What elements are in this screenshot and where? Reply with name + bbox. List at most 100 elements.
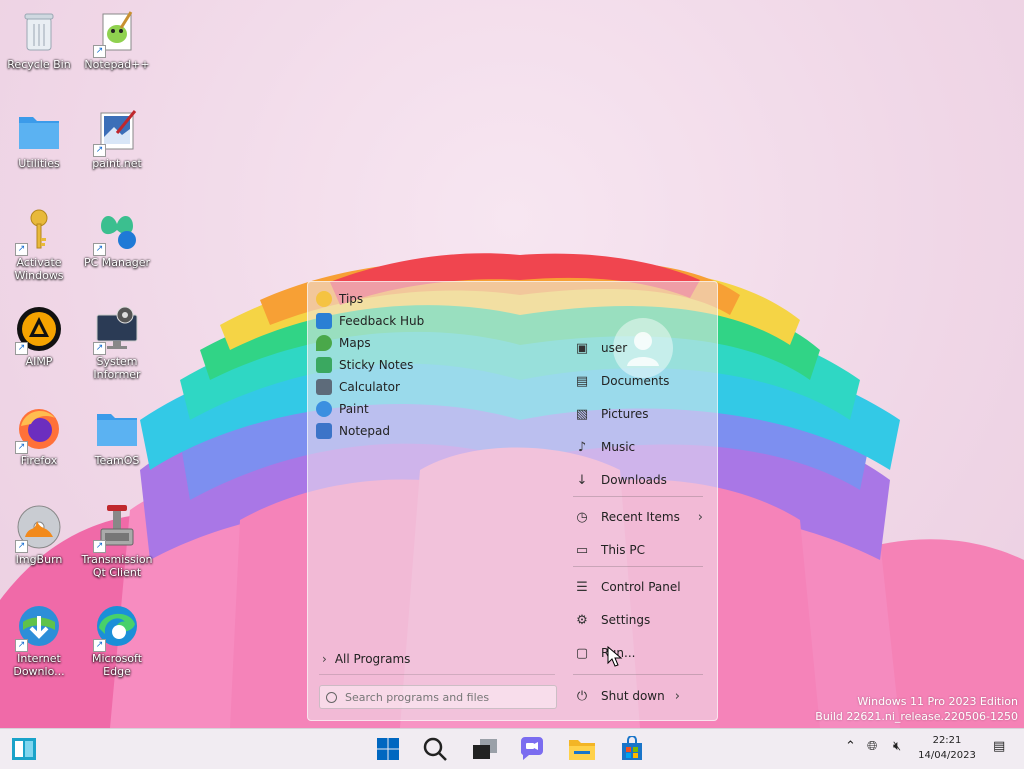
speaker-muted-icon[interactable]: 🔇︎ bbox=[893, 739, 901, 754]
place-settings[interactable]: ⚙ Settings bbox=[573, 608, 703, 632]
desktop-icon-internet-download[interactable]: ↗ Internet Downlo... bbox=[0, 602, 78, 678]
system-informer-icon: ↗ bbox=[93, 305, 141, 355]
desktop-icon-edge[interactable]: ↗ Microsoft Edge bbox=[78, 602, 156, 678]
picture-icon: ▧ bbox=[575, 406, 589, 422]
tips-icon bbox=[316, 291, 332, 307]
file-explorer-button[interactable] bbox=[568, 735, 596, 763]
control-panel-icon: ☰ bbox=[576, 579, 588, 595]
desktop-icon-label: Utilities bbox=[18, 157, 60, 170]
desktop-icon-utilities[interactable]: Utilities bbox=[0, 107, 78, 170]
recycle-bin-icon bbox=[15, 8, 63, 56]
clock-icon: ◷ bbox=[576, 509, 588, 525]
widgets-button[interactable] bbox=[10, 735, 38, 763]
desktop-icon-teamos[interactable]: TeamOS bbox=[78, 404, 156, 467]
sticky-notes-icon bbox=[316, 357, 332, 373]
program-paint[interactable]: Paint bbox=[316, 398, 369, 420]
shortcut-arrow-icon: ↗ bbox=[93, 45, 106, 58]
search-placeholder: Search programs and files bbox=[345, 690, 490, 704]
watermark-edition: Windows 11 Pro 2023 Edition bbox=[857, 695, 1018, 708]
chevron-right-icon: › bbox=[322, 652, 327, 666]
mouse-cursor-icon bbox=[607, 646, 623, 667]
desktop-icon-imgburn[interactable]: ↗ ImgBurn bbox=[0, 503, 78, 566]
run-icon: ▢ bbox=[575, 645, 589, 661]
internet-download-icon: ↗ bbox=[15, 602, 63, 652]
place-label: Recent Items bbox=[601, 510, 680, 524]
desktop-icon-system-informer[interactable]: ↗ System Informer bbox=[78, 305, 156, 381]
widgets-icon bbox=[12, 738, 36, 760]
download-icon: ↓ bbox=[576, 472, 588, 488]
notification-icon[interactable]: ▤ bbox=[993, 739, 1005, 754]
place-user[interactable]: ▣ user bbox=[573, 336, 703, 360]
program-label: Notepad bbox=[339, 424, 390, 438]
clock[interactable]: 22:21 14/04/2023 bbox=[908, 733, 986, 763]
place-label: Settings bbox=[601, 613, 651, 627]
transmission-icon: ↗ bbox=[93, 503, 141, 553]
place-this-pc[interactable]: ▭ This PC bbox=[573, 538, 703, 562]
chat-icon bbox=[520, 737, 543, 760]
key-icon: ↗ bbox=[15, 206, 63, 256]
desktop-icon-notepadpp[interactable]: ↗ Notepad++ bbox=[78, 8, 156, 71]
program-label: Feedback Hub bbox=[339, 314, 425, 328]
place-label: user bbox=[601, 341, 628, 355]
build-watermark: Windows 11 Pro 2023 Edition Build 22621.… bbox=[815, 694, 1018, 724]
program-notepad[interactable]: Notepad bbox=[316, 420, 390, 442]
shutdown-button[interactable]: ⏻ Shut down › bbox=[573, 684, 703, 708]
desktop-icon-paintnet[interactable]: ↗ paint.net bbox=[78, 107, 156, 170]
desktop-icon-label: TeamOS bbox=[94, 454, 140, 467]
place-music[interactable]: ♪ Music bbox=[573, 435, 703, 459]
desktop-icon-pc-manager[interactable]: ↗ PC Manager bbox=[78, 206, 156, 269]
language-globe-icon[interactable]: 🌐︎ bbox=[867, 739, 877, 754]
place-recent-items[interactable]: ◷ Recent Items › bbox=[573, 505, 703, 529]
place-documents[interactable]: ▤ Documents bbox=[573, 369, 703, 393]
place-label: Downloads bbox=[601, 473, 667, 487]
gear-icon: ⚙ bbox=[576, 612, 588, 628]
all-programs-label: All Programs bbox=[334, 652, 411, 666]
all-programs-button[interactable]: › All Programs bbox=[322, 648, 552, 670]
shortcut-arrow-icon: ↗ bbox=[93, 639, 106, 652]
desktop-icon-label: Recycle Bin bbox=[7, 58, 71, 71]
paint-icon bbox=[316, 401, 332, 417]
paintnet-icon: ↗ bbox=[93, 107, 141, 157]
maps-icon bbox=[316, 335, 332, 351]
place-control-panel[interactable]: ☰ Control Panel bbox=[573, 575, 703, 599]
document-icon: ▤ bbox=[575, 373, 589, 389]
start-button[interactable] bbox=[374, 735, 402, 763]
watermark-build: Build 22621.ni_release.220506-1250 bbox=[815, 710, 1018, 723]
desktop-icon-label: ImgBurn bbox=[15, 553, 63, 566]
clock-time: 22:21 bbox=[932, 735, 962, 746]
desktop-icon-recycle-bin[interactable]: Recycle Bin bbox=[0, 8, 78, 71]
place-downloads[interactable]: ↓ Downloads bbox=[573, 468, 703, 492]
desktop-icon-label: System Informer bbox=[93, 355, 141, 381]
clock-date: 14/04/2023 bbox=[918, 750, 976, 761]
windows-logo-icon bbox=[377, 738, 399, 760]
store-button[interactable] bbox=[618, 735, 646, 763]
task-view-button[interactable] bbox=[471, 735, 499, 763]
desktop-icon-firefox[interactable]: ↗ Firefox bbox=[0, 404, 78, 467]
place-label: Music bbox=[601, 440, 636, 454]
place-pictures[interactable]: ▧ Pictures bbox=[573, 402, 703, 426]
desktop-icon-transmission[interactable]: ↗ Transmission Qt Client bbox=[78, 503, 156, 579]
desktop-icon-label: Activate Windows bbox=[14, 256, 64, 282]
chevron-up-icon[interactable]: ⌃ bbox=[845, 739, 856, 754]
desktop-icon-label: Microsoft Edge bbox=[91, 652, 143, 678]
aimp-icon: ↗ bbox=[15, 305, 63, 355]
edge-icon: ↗ bbox=[93, 602, 141, 652]
desktop-icon-aimp[interactable]: ↗ AIMP bbox=[0, 305, 78, 368]
search-button[interactable] bbox=[421, 735, 449, 763]
shutdown-label: Shut down bbox=[601, 689, 665, 703]
chat-button[interactable] bbox=[518, 735, 546, 763]
folder-icon bbox=[15, 107, 63, 155]
notepad-icon bbox=[316, 423, 332, 439]
program-tips[interactable]: Tips bbox=[316, 288, 363, 310]
shortcut-arrow-icon: ↗ bbox=[15, 441, 28, 454]
desktop-icon-activate-windows[interactable]: ↗ Activate Windows bbox=[0, 206, 78, 282]
search-input[interactable]: Search programs and files bbox=[319, 685, 557, 709]
program-label: Tips bbox=[339, 292, 364, 306]
program-feedback-hub[interactable]: Feedback Hub bbox=[316, 310, 424, 332]
program-maps[interactable]: Maps bbox=[316, 332, 371, 354]
program-calculator[interactable]: Calculator bbox=[316, 376, 400, 398]
store-icon bbox=[622, 736, 642, 760]
program-sticky-notes[interactable]: Sticky Notes bbox=[316, 354, 413, 376]
shortcut-arrow-icon: ↗ bbox=[93, 144, 106, 157]
place-run[interactable]: ▢ Run... bbox=[573, 641, 703, 665]
